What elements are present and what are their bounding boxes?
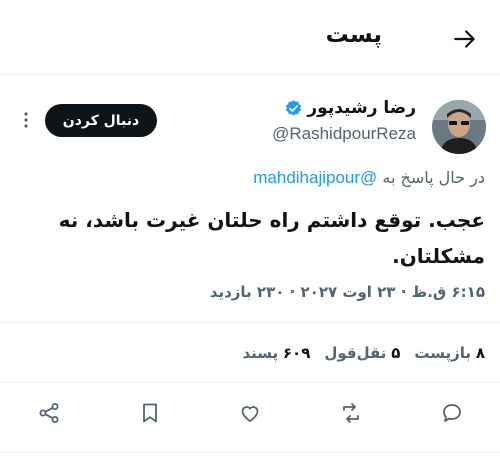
bookmark-icon: [143, 403, 157, 423]
top-bar: پست: [0, 0, 500, 75]
share-icon: [39, 403, 59, 423]
avatar-image: [432, 100, 486, 154]
author-handle[interactable]: @RashidpourReza: [272, 124, 416, 144]
author-name[interactable]: رضا رشیدپور: [307, 98, 416, 118]
author-name-row[interactable]: رضا رشیدپور: [284, 98, 416, 118]
engagement-stats: ۸ بازپست ۵ نقل‌قول ۶۰۹ پسند: [242, 344, 485, 362]
arrow-right-icon[interactable]: [452, 26, 478, 52]
quotes-count: ۵: [391, 344, 401, 362]
like-button[interactable]: [235, 398, 265, 428]
divider: [0, 322, 500, 323]
tweet-text: عجب. توقع داشتم راه حلتان غیرت باشد، نه …: [58, 208, 485, 268]
quotes-stat[interactable]: ۵ نقل‌قول: [324, 344, 400, 362]
bookmark-button[interactable]: [135, 398, 165, 428]
reply-button[interactable]: [437, 398, 467, 428]
share-button[interactable]: [34, 398, 64, 428]
tweet-meta[interactable]: ۶:۱۵ ق.ظ · ۲۳ اوت ۲۰۲۷ · ۲۳۰ بازدید: [210, 283, 485, 301]
retweets-count: ۸: [475, 344, 485, 362]
likes-count: ۶۰۹: [282, 344, 311, 362]
retweets-stat[interactable]: ۸ بازپست: [414, 344, 485, 362]
divider: [0, 452, 500, 453]
more-options-icon[interactable]: [16, 110, 36, 130]
reply-icon: [443, 404, 461, 422]
like-icon: [241, 406, 259, 422]
verified-badge-icon: [286, 99, 302, 116]
reply-prefix: در حال پاسخ به: [382, 168, 485, 187]
repost-button[interactable]: [336, 398, 366, 428]
likes-label: پسند: [242, 344, 279, 362]
quotes-label: نقل‌قول: [324, 344, 387, 362]
action-bar: [0, 398, 500, 434]
reply-mention-link[interactable]: @mahdihajipour: [253, 168, 377, 187]
likes-stat[interactable]: ۶۰۹ پسند: [242, 344, 310, 362]
page-title: پست: [325, 22, 382, 48]
repost-icon: [343, 403, 359, 423]
retweets-label: بازپست: [414, 344, 472, 362]
avatar[interactable]: [432, 100, 486, 154]
replying-to: در حال پاسخ به @mahdihajipour: [253, 168, 485, 188]
divider: [0, 382, 500, 383]
follow-button[interactable]: دنبال کردن: [45, 104, 157, 137]
